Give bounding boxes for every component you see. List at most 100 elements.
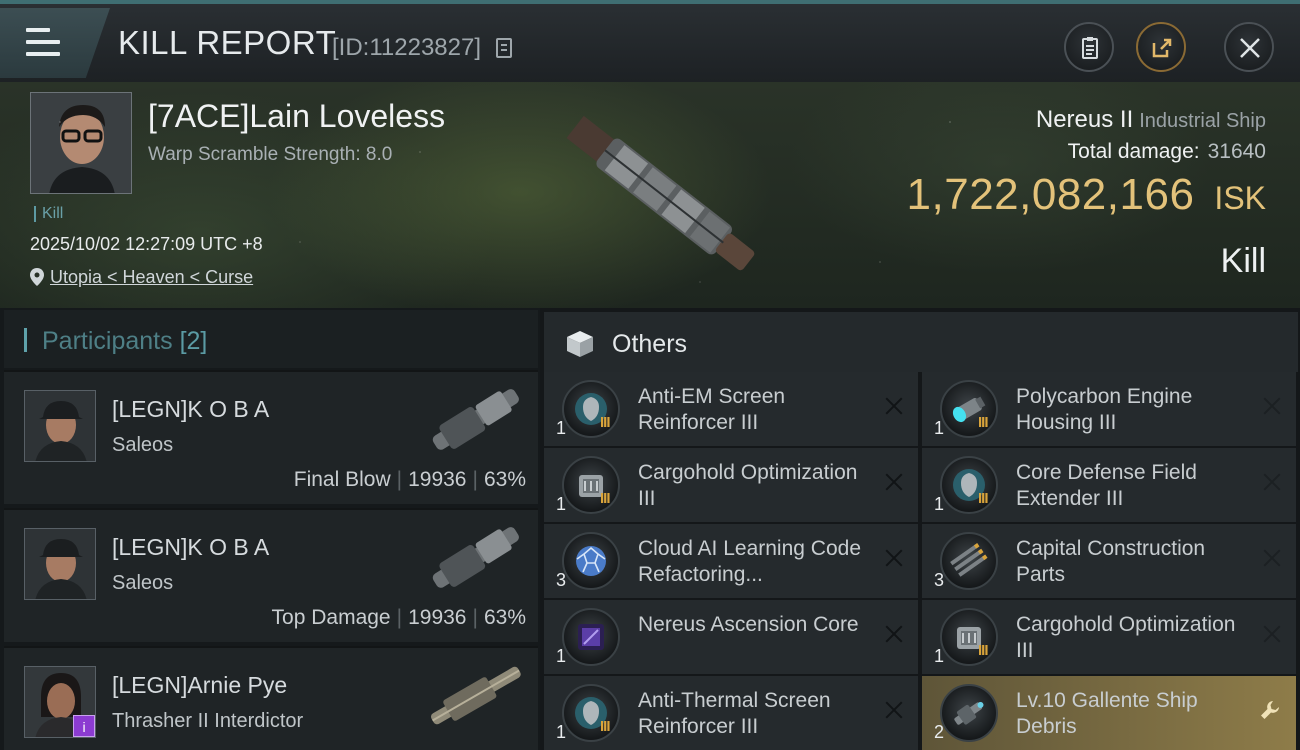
item-quantity: 1 xyxy=(556,646,567,666)
victim-ship-image xyxy=(566,115,755,271)
participant-name[interactable]: [LEGN]K O B A xyxy=(112,534,269,561)
location-pin-icon xyxy=(30,268,44,286)
participant-percent: 63% xyxy=(483,606,526,629)
victim-name[interactable]: [7ACE]Lain Loveless xyxy=(148,98,445,135)
total-damage-label: Total damage: xyxy=(1067,140,1200,163)
loot-item[interactable]: 1 III Anti-EM Screen Reinforcer III xyxy=(544,372,918,446)
participant-damage: 19936 xyxy=(408,468,467,491)
copy-id-icon[interactable] xyxy=(496,38,512,58)
participant-ship: Thrasher II Interdictor xyxy=(112,710,304,732)
hamburger-icon xyxy=(26,28,60,56)
shield-module-icon xyxy=(562,380,620,438)
participant-avatar[interactable] xyxy=(24,528,96,600)
participant-ship: Saleos xyxy=(112,572,174,594)
item-quantity: 1 xyxy=(556,418,567,438)
location-link[interactable]: Utopia < Heaven < Curse xyxy=(50,267,253,287)
stats-divider: | xyxy=(396,468,403,491)
ai-sphere-icon xyxy=(562,532,620,590)
kill-datetime: 2025/10/02 12:27:09 UTC +8 xyxy=(30,234,263,254)
loot-item[interactable]: 1 III Cargohold Optimization III xyxy=(922,600,1296,674)
clipboard-icon xyxy=(1082,37,1098,59)
item-name: Cloud AI Learning Code Refactoring... xyxy=(638,537,861,586)
shield-module-icon xyxy=(562,684,620,742)
item-name: Cargohold Optimization III xyxy=(1016,613,1236,662)
destroyed-x-icon xyxy=(882,546,906,570)
participant-portrait-image xyxy=(25,529,95,599)
item-quantity: 1 xyxy=(556,722,567,742)
item-quantity: 1 xyxy=(934,646,945,666)
participant-ship-image xyxy=(432,389,519,450)
participant-name[interactable]: [LEGN]Arnie Pye xyxy=(112,672,287,699)
loot-item[interactable]: 1 Nereus Ascension Core xyxy=(544,600,918,674)
item-tier: III xyxy=(600,414,610,431)
kill-tag: Kill xyxy=(34,206,63,222)
participants-title-text: Participants xyxy=(42,327,173,355)
wrench-icon[interactable] xyxy=(1258,698,1282,722)
others-panel: Others 1 III Anti-EM Screen Reinforcer I… xyxy=(540,308,1300,750)
participant-row[interactable]: [LEGN]K O B A Saleos Final Blow | 19936 | 63… xyxy=(4,370,538,504)
item-name: Anti-Thermal Screen Reinforcer III xyxy=(638,689,831,738)
destroyed-x-icon xyxy=(1260,470,1284,494)
participant-row[interactable]: [LEGN]K O B A Saleos Top Damage | 19936 | 63… xyxy=(4,508,538,642)
pilot-portrait-image xyxy=(31,93,131,193)
loot-item[interactable]: 3 Capital Construction Parts xyxy=(922,524,1296,598)
participant-stats: Top Damage | 19936 | 63% xyxy=(272,606,526,630)
total-damage: Total damage: 31640 xyxy=(1068,140,1266,164)
top-bar: KILL REPORT [ID:11223827] xyxy=(0,0,1300,82)
participant-role: Top Damage xyxy=(271,606,391,629)
cargo-module-icon xyxy=(940,608,998,666)
item-name: Lv.10 Gallente Ship Debris xyxy=(1016,689,1198,738)
share-button[interactable] xyxy=(1136,22,1186,72)
stats-divider: | xyxy=(396,606,403,629)
item-name: Core Defense Field Extender III xyxy=(1016,461,1197,510)
item-name: Cargohold Optimization III xyxy=(638,461,858,510)
engine-module-icon xyxy=(940,380,998,438)
participant-row[interactable]: i [LEGN]Arnie Pye Thrasher II Interdicto… xyxy=(4,646,538,750)
clipboard-button[interactable] xyxy=(1064,22,1114,72)
loot-item[interactable]: 3 Cloud AI Learning Code Refactoring... xyxy=(544,524,918,598)
isk-value: 1,722,082,166 xyxy=(906,170,1195,219)
participant-percent: 63% xyxy=(483,468,526,491)
menu-button[interactable] xyxy=(0,8,110,78)
header-accent-bar xyxy=(24,328,27,352)
loot-item[interactable]: 1 III Polycarbon Engine Housing III xyxy=(922,372,1296,446)
item-name: Capital Construction Parts xyxy=(1016,537,1206,586)
item-quantity: 1 xyxy=(556,494,567,514)
victim-avatar[interactable] xyxy=(30,92,132,194)
participant-role: Final Blow xyxy=(293,468,391,491)
item-tier: III xyxy=(978,490,988,507)
warp-scramble-strength: Warp Scramble Strength: 8.0 xyxy=(148,144,393,165)
cube-icon xyxy=(567,331,593,357)
loot-item[interactable]: 1 III Cargohold Optimization III xyxy=(544,448,918,522)
participant-avatar[interactable]: i xyxy=(24,666,96,738)
ascension-core-icon xyxy=(562,608,620,666)
kill-location[interactable]: Utopia < Heaven < Curse xyxy=(30,267,253,288)
item-name: Nereus Ascension Core xyxy=(638,613,859,636)
participant-ship: Saleos xyxy=(112,434,174,456)
others-title: Others xyxy=(612,330,688,358)
stats-divider: | xyxy=(472,606,478,629)
loot-item[interactable]: 1 III Anti-Thermal Screen Reinforcer III xyxy=(544,676,918,750)
destroyed-x-icon xyxy=(882,394,906,418)
participant-stats: Final Blow | 19936 | 63% xyxy=(294,468,526,492)
close-button[interactable] xyxy=(1224,22,1274,72)
participant-portrait-image xyxy=(25,391,95,461)
destroyed-x-icon xyxy=(1260,394,1284,418)
participant-avatar[interactable] xyxy=(24,390,96,462)
item-quantity: 3 xyxy=(934,570,945,590)
item-tier: III xyxy=(600,718,610,735)
rank-badge-icon: i xyxy=(73,715,95,737)
loot-item[interactable]: 1 III Core Defense Field Extender III xyxy=(922,448,1296,522)
item-tier: III xyxy=(978,642,988,659)
participants-header: Participants [2] xyxy=(4,310,538,368)
victim-panel: [7ACE]Lain Loveless Warp Scramble Streng… xyxy=(0,82,1300,308)
item-tier: III xyxy=(600,490,610,507)
stats-divider: | xyxy=(472,468,478,491)
total-damage-value: 31640 xyxy=(1207,140,1266,163)
isk-unit: ISK xyxy=(1214,180,1266,216)
loot-item-highlighted[interactable]: 2 Lv.10 Gallente Ship Debris xyxy=(922,676,1296,750)
shield-module-icon xyxy=(940,456,998,514)
participant-name[interactable]: [LEGN]K O B A xyxy=(112,396,269,423)
item-name: Polycarbon Engine Housing III xyxy=(1016,385,1193,434)
report-id: [ID:11223827] xyxy=(332,34,482,61)
